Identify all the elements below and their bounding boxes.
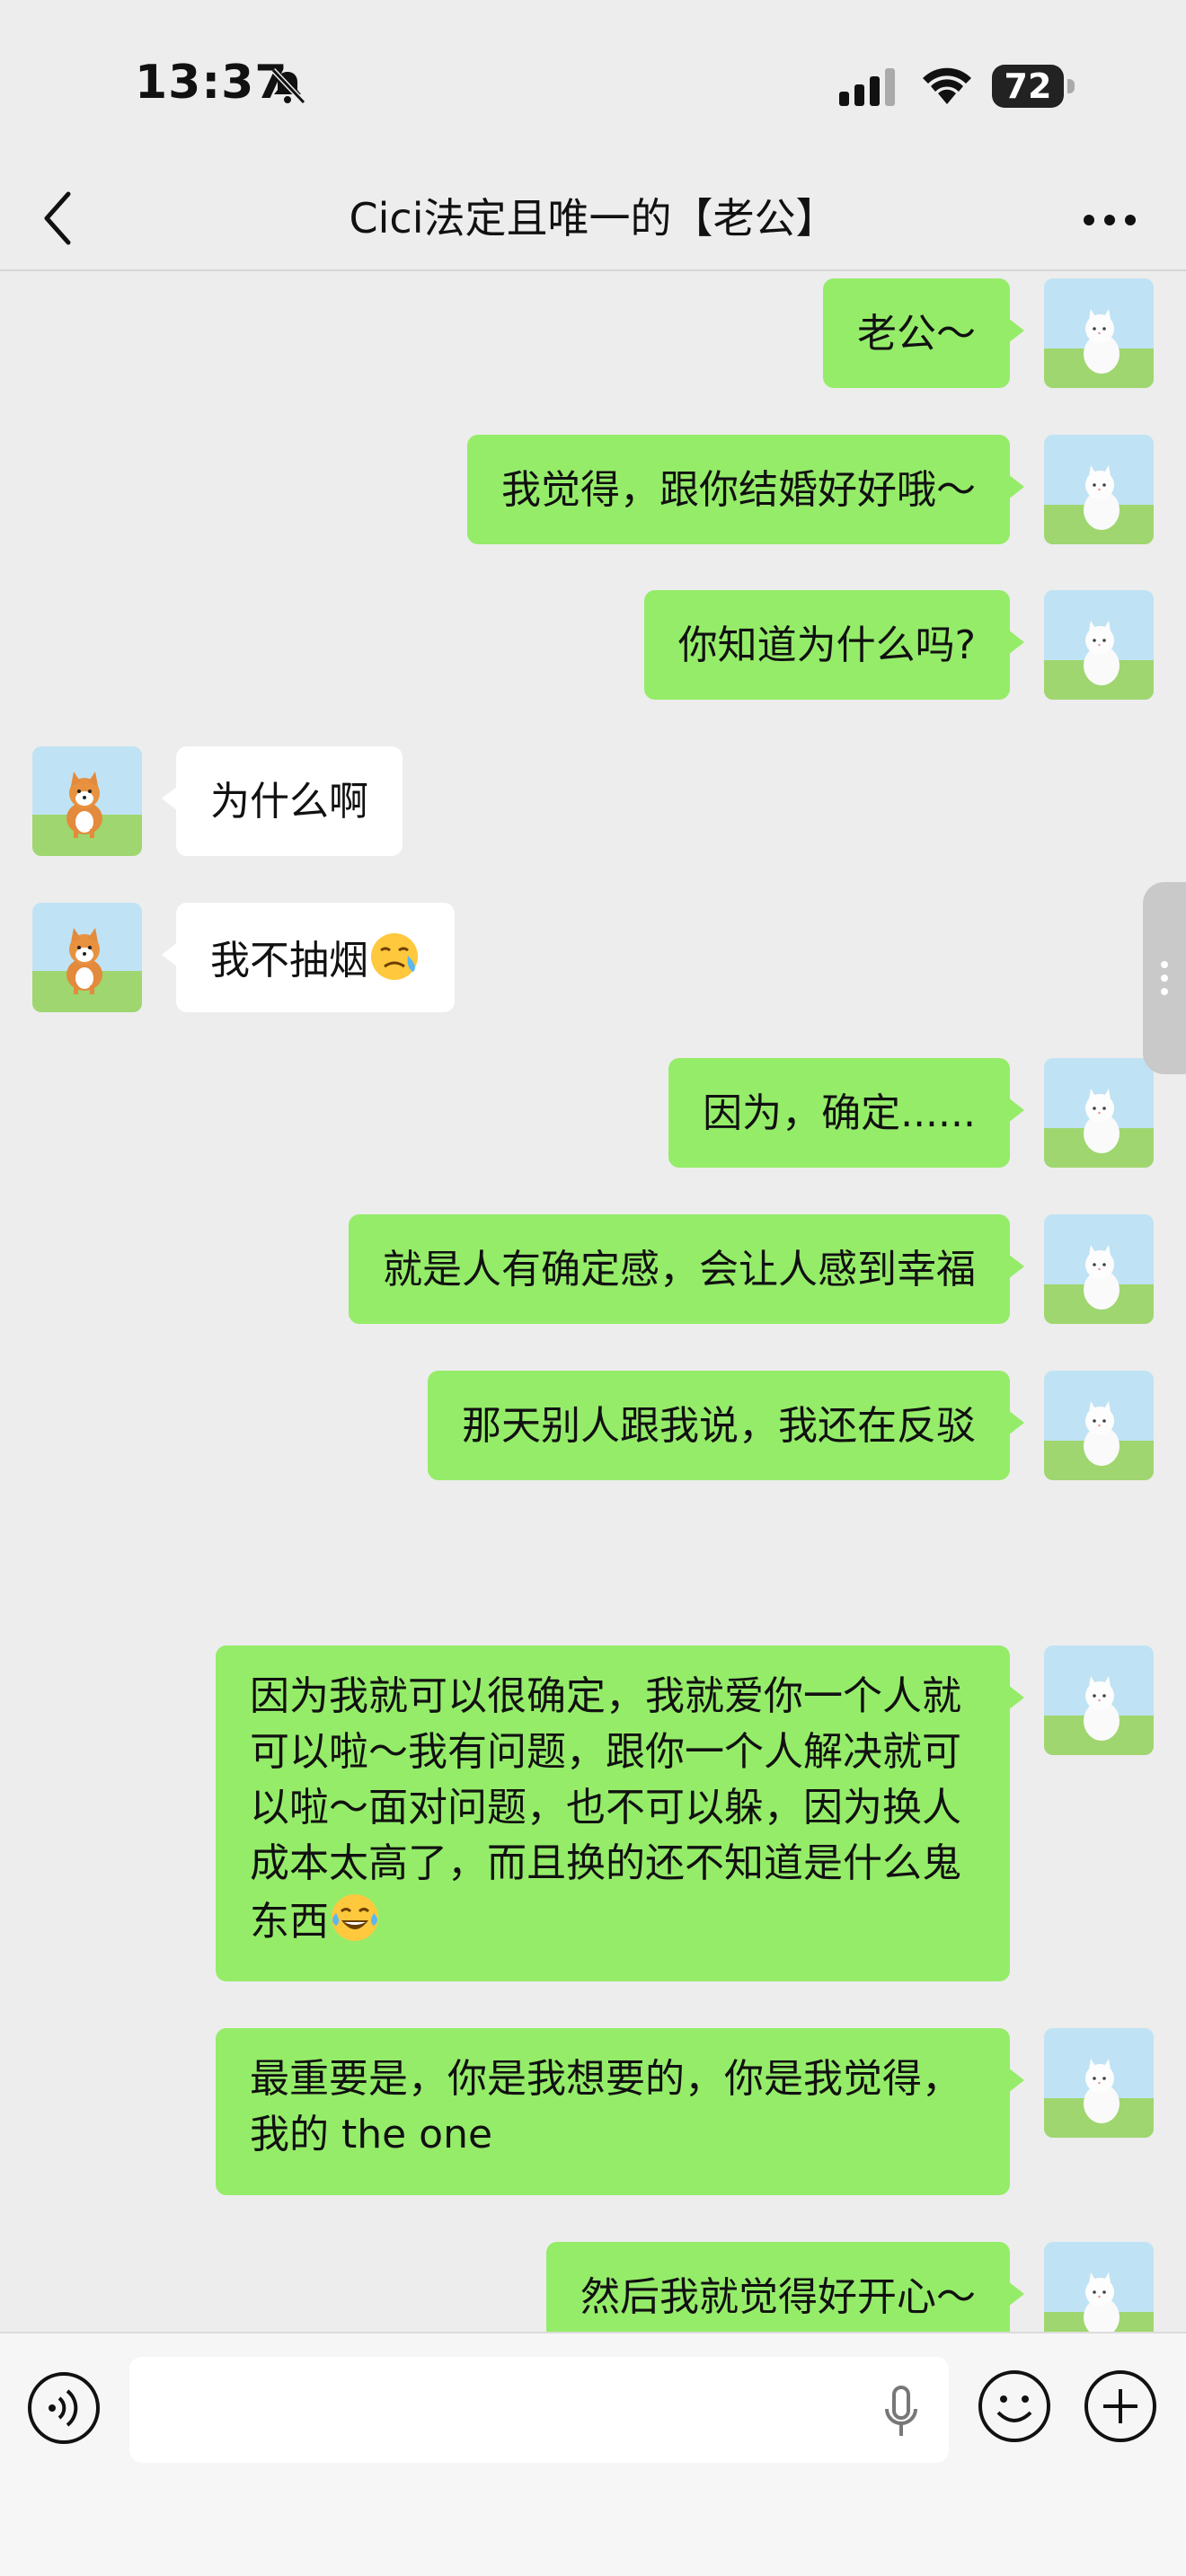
wifi-icon [923,67,971,104]
message-input[interactable] [129,2357,949,2463]
message-bubble[interactable]: 我觉得，跟你结婚好好哦～ [467,435,1024,544]
message-text: 老公～ [857,311,976,357]
avatar[interactable] [1044,1645,1154,1755]
avatar[interactable] [1044,2242,1154,2332]
message-bubble[interactable]: 然后我就觉得好开心～ [546,2242,1024,2332]
avatar[interactable] [1044,278,1154,388]
message-text: 我觉得，跟你结婚好好哦～ [501,467,976,513]
message-bubble[interactable]: 那天别人跟我说，我还在反驳 [428,1371,1024,1480]
emoji-face-icon[interactable] [976,2368,1053,2445]
message-bubble[interactable]: 因为我就可以很确定，我就爱你一个人就可以啦～我有问题，跟你一个人解决就可以啦～面… [216,1645,1024,1981]
avatar[interactable] [1044,1371,1154,1480]
message-text: 就是人有确定感，会让人感到幸福 [383,1247,976,1292]
voice-input-icon[interactable] [25,2369,102,2447]
message-bubble[interactable]: 我不抽烟 [162,903,455,1012]
battery-level: 72 [1004,66,1052,106]
plus-circle-icon[interactable] [1082,2368,1159,2445]
message-bubble[interactable]: 你知道为什么吗? [643,590,1025,700]
input-bar [0,2332,1186,2576]
message-bubble[interactable]: 老公～ [823,278,1024,388]
bell-slash-icon [270,67,306,105]
tears-of-joy-emoji [329,1892,381,1944]
message-bubble[interactable]: 就是人有确定感，会让人感到幸福 [349,1214,1024,1324]
avatar[interactable] [1044,435,1154,544]
message-text: 为什么啊 [210,779,368,825]
message-text: 然后我就觉得好开心～ [580,2274,976,2320]
avatar[interactable] [32,746,142,856]
message-text: 那天别人跟我说，我还在反驳 [462,1403,976,1449]
status-time: 13:37 [135,56,288,110]
message-text: 你知道为什么吗? [677,622,976,668]
message-text: 最重要是，你是我想要的，你是我觉得，我的 the one [250,2056,961,2157]
message-text: 因为，确定...... [703,1090,976,1136]
avatar[interactable] [1044,2028,1154,2138]
microphone-icon[interactable] [879,2384,924,2441]
chat-header: Cici法定且唯一的【老公】 [0,171,1186,269]
message-bubble[interactable]: 因为，确定...... [668,1058,1024,1168]
chat-title: Cici法定且唯一的【老公】 [349,194,837,243]
message-bubble[interactable]: 最重要是，你是我想要的，你是我觉得，我的 the one [216,2028,1024,2195]
crying-face-emoji [368,931,420,983]
status-bar: 13:37 72 [0,0,1186,171]
chat-area[interactable]: 老公～ 我觉得，跟你结婚好好哦～ 你知道为什么吗? 为什么啊 我不抽烟 因为，确… [0,271,1186,2332]
more-dots-icon[interactable] [1078,198,1141,243]
avatar[interactable] [1044,1058,1154,1168]
side-drawer-handle[interactable] [1143,882,1186,1074]
avatar[interactable] [32,903,142,1012]
chevron-left-icon[interactable] [36,187,81,250]
message-text: 我不抽烟 [210,938,368,984]
avatar[interactable] [1044,1214,1154,1324]
cellular-signal-icon [839,68,895,106]
message-bubble[interactable]: 为什么啊 [162,746,403,856]
avatar[interactable] [1044,590,1154,700]
battery-indicator: 72 [992,65,1075,108]
